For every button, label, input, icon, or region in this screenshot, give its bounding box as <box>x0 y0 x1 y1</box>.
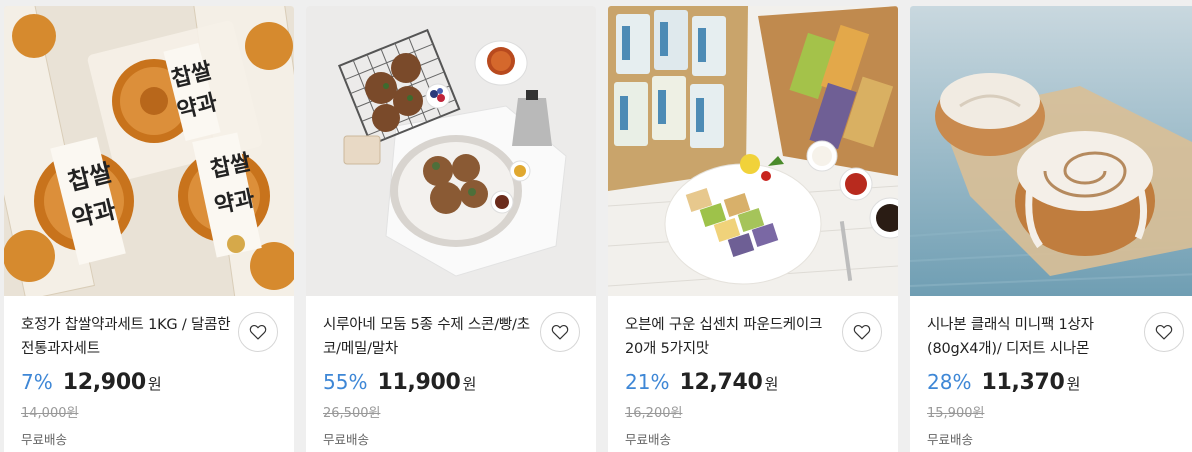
price-row: 21% 12,740 원 <box>625 370 778 395</box>
currency-unit: 원 <box>147 375 162 393</box>
yakgwa-photo: 찹쌀 약과 찹쌀 약과 찹쌀 약과 <box>4 6 294 296</box>
original-price: 26,500원 <box>323 406 381 421</box>
heart-outline-icon <box>551 325 569 340</box>
currency-unit: 원 <box>1066 375 1081 393</box>
product-card[interactable]: 오븐에 구운 십센치 파운드케이크 20개 5가지맛 21% 12,740 원 … <box>608 6 898 452</box>
price-row: 7% 12,900 원 <box>21 370 162 395</box>
original-price: 15,900원 <box>927 406 985 421</box>
sale-price: 12,740 <box>679 370 763 395</box>
product-image-yakgwa[interactable]: 찹쌀 약과 찹쌀 약과 찹쌀 약과 <box>4 6 294 296</box>
scone-photo <box>306 6 596 296</box>
shipping-badge: 무료배송 <box>927 432 974 447</box>
shipping-badge: 무료배송 <box>323 432 370 447</box>
heart-outline-icon <box>853 325 871 340</box>
favorite-button[interactable] <box>1144 312 1184 352</box>
product-image-cinnamon-roll[interactable] <box>910 6 1192 296</box>
discount-rate: 7% <box>21 370 53 394</box>
product-list: 찹쌀 약과 찹쌀 약과 찹쌀 약과 호정가 찹쌀약과세트 1KG / 달콤한 전… <box>0 0 1192 452</box>
shipping-badge: 무료배송 <box>625 432 672 447</box>
original-price: 16,200원 <box>625 406 683 421</box>
sale-price: 12,900 <box>62 370 146 395</box>
discount-rate: 55% <box>323 370 368 394</box>
product-card[interactable]: 찹쌀 약과 찹쌀 약과 찹쌀 약과 호정가 찹쌀약과세트 1KG / 달콤한 전… <box>4 6 294 452</box>
pound-cake-photo <box>608 6 898 296</box>
product-image-pound-cake[interactable] <box>608 6 898 296</box>
product-title[interactable]: 호정가 찹쌀약과세트 1KG / 달콤한 전통과자세트 <box>21 313 235 361</box>
product-card[interactable]: 시나본 클래식 미니팩 1상자 (80gX4개)/ 디저트 시나몬 28% 11… <box>910 6 1192 452</box>
sale-price: 11,900 <box>377 370 461 395</box>
price-row: 55% 11,900 원 <box>323 370 476 395</box>
product-card[interactable]: 시루아네 모둠 5종 수제 스콘/빵/초코/메밀/말차 55% 11,900 원… <box>306 6 596 452</box>
heart-outline-icon <box>1155 325 1173 340</box>
currency-unit: 원 <box>462 375 477 393</box>
heart-outline-icon <box>249 325 267 340</box>
price-row: 28% 11,370 원 <box>927 370 1080 395</box>
product-title[interactable]: 오븐에 구운 십센치 파운드케이크 20개 5가지맛 <box>625 313 839 361</box>
favorite-button[interactable] <box>842 312 882 352</box>
discount-rate: 21% <box>625 370 670 394</box>
currency-unit: 원 <box>764 375 779 393</box>
product-title[interactable]: 시루아네 모둠 5종 수제 스콘/빵/초코/메밀/말차 <box>323 313 537 361</box>
favorite-button[interactable] <box>238 312 278 352</box>
favorite-button[interactable] <box>540 312 580 352</box>
product-image-scone[interactable] <box>306 6 596 296</box>
cinnamon-roll-photo <box>910 6 1192 296</box>
discount-rate: 28% <box>927 370 972 394</box>
product-title[interactable]: 시나본 클래식 미니팩 1상자 (80gX4개)/ 디저트 시나몬 <box>927 313 1141 361</box>
shipping-badge: 무료배송 <box>21 432 68 447</box>
sale-price: 11,370 <box>981 370 1065 395</box>
original-price: 14,000원 <box>21 406 79 421</box>
